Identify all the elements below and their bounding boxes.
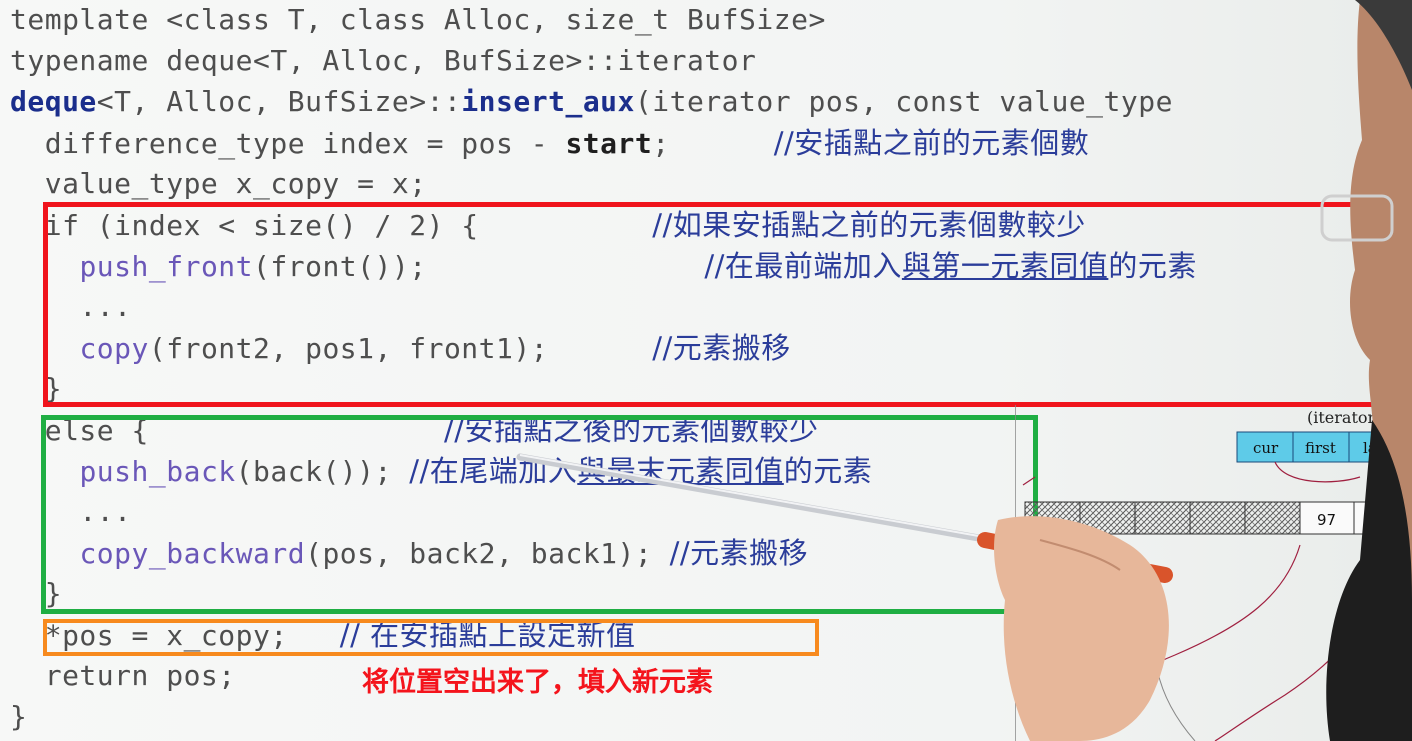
code-text: difference_type index = pos -: [10, 127, 566, 160]
highlight-box-green: [41, 415, 1038, 614]
highlight-box-red: [43, 202, 1391, 407]
code-text: (iterator pos, const value_type: [634, 85, 1173, 118]
code-comment: //安插點之前的元素個數: [773, 126, 1090, 160]
code-text: return pos;: [10, 659, 236, 692]
lecture-slide: template <class T, class Alloc, size_t B…: [0, 0, 1412, 741]
pointer-arrow: [1274, 461, 1361, 483]
pointer-arrow: [1074, 544, 1301, 741]
pointer-arrow: [1214, 544, 1396, 741]
buffer-row: 97 98: [1024, 501, 1409, 535]
code-line-5: value_type x_copy = x;: [10, 164, 427, 204]
buffer-cell-value: 97: [1317, 511, 1336, 529]
code-text: <T, Alloc, BufSize>::: [96, 85, 462, 118]
buffer-cell-empty: [1024, 501, 1081, 535]
buffer-cell-empty: [1189, 501, 1246, 535]
deque-diagram: (iterator) cur first last 97 98: [1015, 405, 1412, 741]
diagram-title: (iterator): [1307, 408, 1381, 427]
highlight-box-orange: [43, 619, 819, 656]
code-line-17: return pos;: [10, 656, 236, 696]
buffer-cell-empty: [1079, 501, 1136, 535]
iterator-field-box: [1404, 431, 1412, 463]
code-text: value_type x_copy = x;: [10, 167, 427, 200]
code-text: template <class T, class Alloc, size_t B…: [10, 3, 826, 36]
code-line-3: deque<T, Alloc, BufSize>::insert_aux(ite…: [10, 82, 1173, 122]
code-text: typename deque<T, Alloc, BufSize>::itera…: [10, 44, 757, 77]
code-line-18: }: [10, 697, 27, 737]
code-line-2: typename deque<T, Alloc, BufSize>::itera…: [10, 41, 756, 81]
iterator-field-last: last: [1363, 439, 1390, 457]
iterator-field-first: first: [1305, 439, 1336, 457]
code-line-1: template <class T, class Alloc, size_t B…: [10, 0, 826, 40]
buffer-cell-value: 98: [1371, 511, 1390, 529]
pointer-arrow: [1154, 604, 1196, 741]
iterator-box: cur first last: [1236, 431, 1412, 463]
keyword-text: start: [565, 127, 653, 160]
buffer-cell-empty: [1244, 501, 1301, 535]
keyword-text: deque: [10, 85, 97, 118]
presenter-hair: [1355, 0, 1412, 90]
pointer-arrow: [1022, 476, 1036, 486]
code-line-4: difference_type index = pos - start; //安…: [10, 123, 1089, 163]
annotation-note: 将位置空出来了，填入新元素: [362, 667, 713, 698]
iterator-field-cur: cur: [1253, 439, 1279, 457]
code-text: ;: [652, 127, 774, 160]
pointer-arrow: [1379, 461, 1412, 486]
code-text: }: [10, 700, 28, 733]
buffer-cell-empty: [1134, 501, 1191, 535]
function-name-text: insert_aux: [461, 85, 635, 118]
